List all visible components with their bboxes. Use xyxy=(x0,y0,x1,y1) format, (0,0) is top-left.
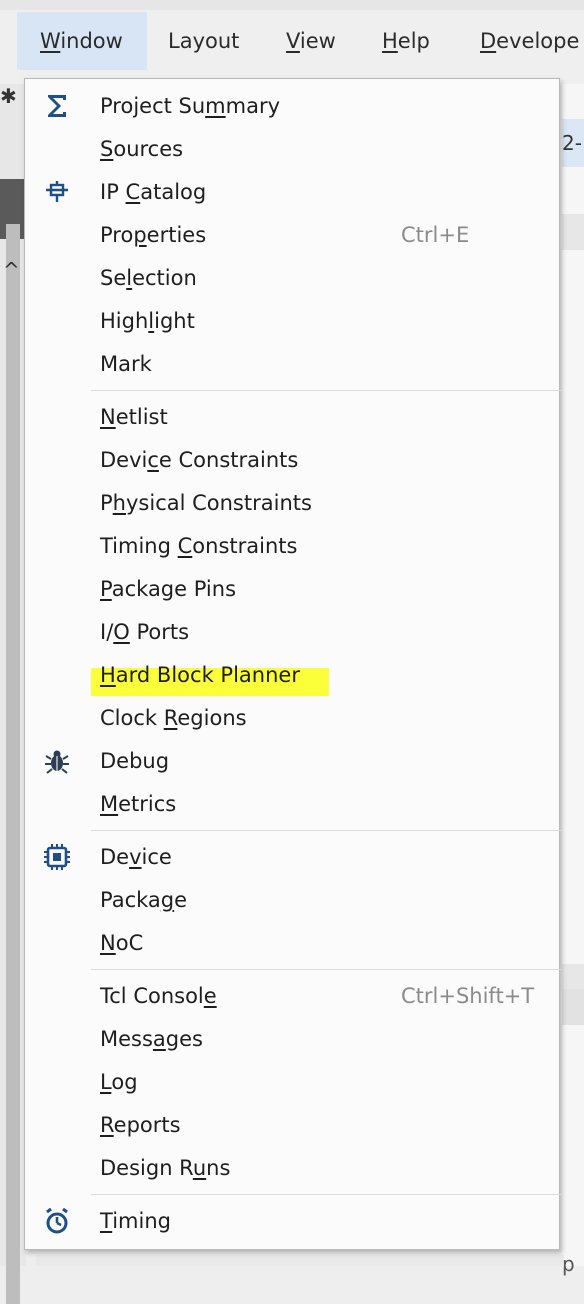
menu-item-label: IP Catalog xyxy=(100,180,207,204)
shortcut-label: Ctrl+Shift+T xyxy=(401,984,535,1008)
menu-separator xyxy=(91,1194,561,1195)
sigma-icon xyxy=(41,90,73,122)
menu-item-label: Log xyxy=(100,1070,138,1094)
menu-item-label: Highlight xyxy=(100,309,195,333)
menu-item-label: Selection xyxy=(100,266,197,290)
background-bottom-frame xyxy=(36,1255,564,1266)
menu-item-tcl-console[interactable]: Tcl Console Ctrl+Shift+T xyxy=(25,975,561,1018)
menu-item-label: Design Runs xyxy=(100,1156,231,1180)
menu-item-i-o-ports[interactable]: I/O Ports xyxy=(25,611,561,654)
menu-item-label: Mark xyxy=(100,352,152,376)
menu-item-noc[interactable]: NoC xyxy=(25,922,561,965)
menu-item-device[interactable]: Device xyxy=(25,836,561,879)
menu-item-highlight[interactable]: Highlight xyxy=(25,300,561,343)
menu-view[interactable]: View xyxy=(286,12,336,70)
menu-item-physical-constraints[interactable]: Physical Constraints xyxy=(25,482,561,525)
menu-help[interactable]: Help xyxy=(382,12,430,70)
menu-item-reports[interactable]: Reports xyxy=(25,1104,561,1147)
menu-item-label: Physical Constraints xyxy=(100,491,312,515)
menu-item-label: Package xyxy=(100,888,188,912)
menu-item-selection[interactable]: Selection xyxy=(25,257,561,300)
collapse-caret-icon: ^ xyxy=(3,258,20,282)
background-left-panel: ✱ ^ xyxy=(0,84,26,1304)
menu-item-label: Sources xyxy=(100,137,184,161)
menu-item-label: Reports xyxy=(100,1113,181,1137)
bug-icon xyxy=(41,745,73,777)
stopwatch-icon xyxy=(41,1205,73,1237)
menu-window[interactable]: Window xyxy=(17,12,147,70)
menu-separator xyxy=(91,969,561,970)
menu-item-label: I/O Ports xyxy=(100,620,190,644)
menu-item-label: Package Pins xyxy=(100,577,237,601)
window-dropdown-menu: Project Summary Sources IP Catalog Properti… xyxy=(24,78,561,1250)
menu-item-label: Timing Constraints xyxy=(100,534,298,558)
menu-item-timing-constraints[interactable]: Timing Constraints xyxy=(25,525,561,568)
menu-layout[interactable]: Layout xyxy=(168,12,239,70)
menu-item-label: Metrics xyxy=(100,792,177,816)
menu-item-design-runs[interactable]: Design Runs xyxy=(25,1147,561,1190)
menu-item-label: Tcl Console xyxy=(100,984,217,1008)
menu-item-label: Device xyxy=(100,845,172,869)
menu-item-sources[interactable]: Sources xyxy=(25,128,561,171)
background-band xyxy=(562,214,584,250)
menubar: Window Layout View Help Develope xyxy=(0,0,584,84)
background-right-panel: 2- p xyxy=(562,84,584,1276)
background-tab: 2- xyxy=(562,119,584,167)
menu-item-label: Debug xyxy=(100,749,170,773)
menu-item-debug[interactable]: Debug xyxy=(25,740,561,783)
menu-item-timing[interactable]: Timing xyxy=(25,1200,561,1243)
menu-item-label: Clock Regions xyxy=(100,706,247,730)
menu-item-project-summary[interactable]: Project Summary xyxy=(25,85,561,128)
menu-item-hard-block-planner[interactable]: Hard Block Planner xyxy=(25,654,561,697)
menu-item-log[interactable]: Log xyxy=(25,1061,561,1104)
menu-item-netlist[interactable]: Netlist xyxy=(25,396,561,439)
menu-item-label: Properties xyxy=(100,223,207,247)
pin-icon: ✱ xyxy=(0,84,17,108)
menu-item-device-constraints[interactable]: Device Constraints xyxy=(25,439,561,482)
menu-developer[interactable]: Develope xyxy=(480,12,579,70)
menu-item-label: Timing xyxy=(100,1209,171,1233)
menu-item-label: Hard Block Planner xyxy=(100,663,300,687)
shortcut-label: Ctrl+E xyxy=(401,223,470,247)
menu-item-label: Netlist xyxy=(100,405,168,429)
menu-item-package[interactable]: Package xyxy=(25,879,561,922)
menu-item-clock-regions[interactable]: Clock Regions xyxy=(25,697,561,740)
menu-item-label: NoC xyxy=(100,931,144,955)
menu-item-label: Messages xyxy=(100,1027,203,1051)
menu-item-properties[interactable]: Properties Ctrl+E xyxy=(25,214,561,257)
menu-item-mark[interactable]: Mark xyxy=(25,343,561,386)
menu-item-package-pins[interactable]: Package Pins xyxy=(25,568,561,611)
menu-item-label: Device Constraints xyxy=(100,448,299,472)
menu-separator xyxy=(91,390,561,391)
menu-item-label: Project Summary xyxy=(100,94,281,118)
menubar-top-strip xyxy=(0,0,584,10)
background-scrollbar xyxy=(6,224,20,1304)
menu-separator xyxy=(91,830,561,831)
menu-item-messages[interactable]: Messages xyxy=(25,1018,561,1061)
menu-item-metrics[interactable]: Metrics xyxy=(25,783,561,826)
background-band xyxy=(562,989,584,1025)
menu-item-ip-catalog[interactable]: IP Catalog xyxy=(25,171,561,214)
ip-catalog-icon xyxy=(41,176,73,208)
chip-icon xyxy=(41,841,73,873)
